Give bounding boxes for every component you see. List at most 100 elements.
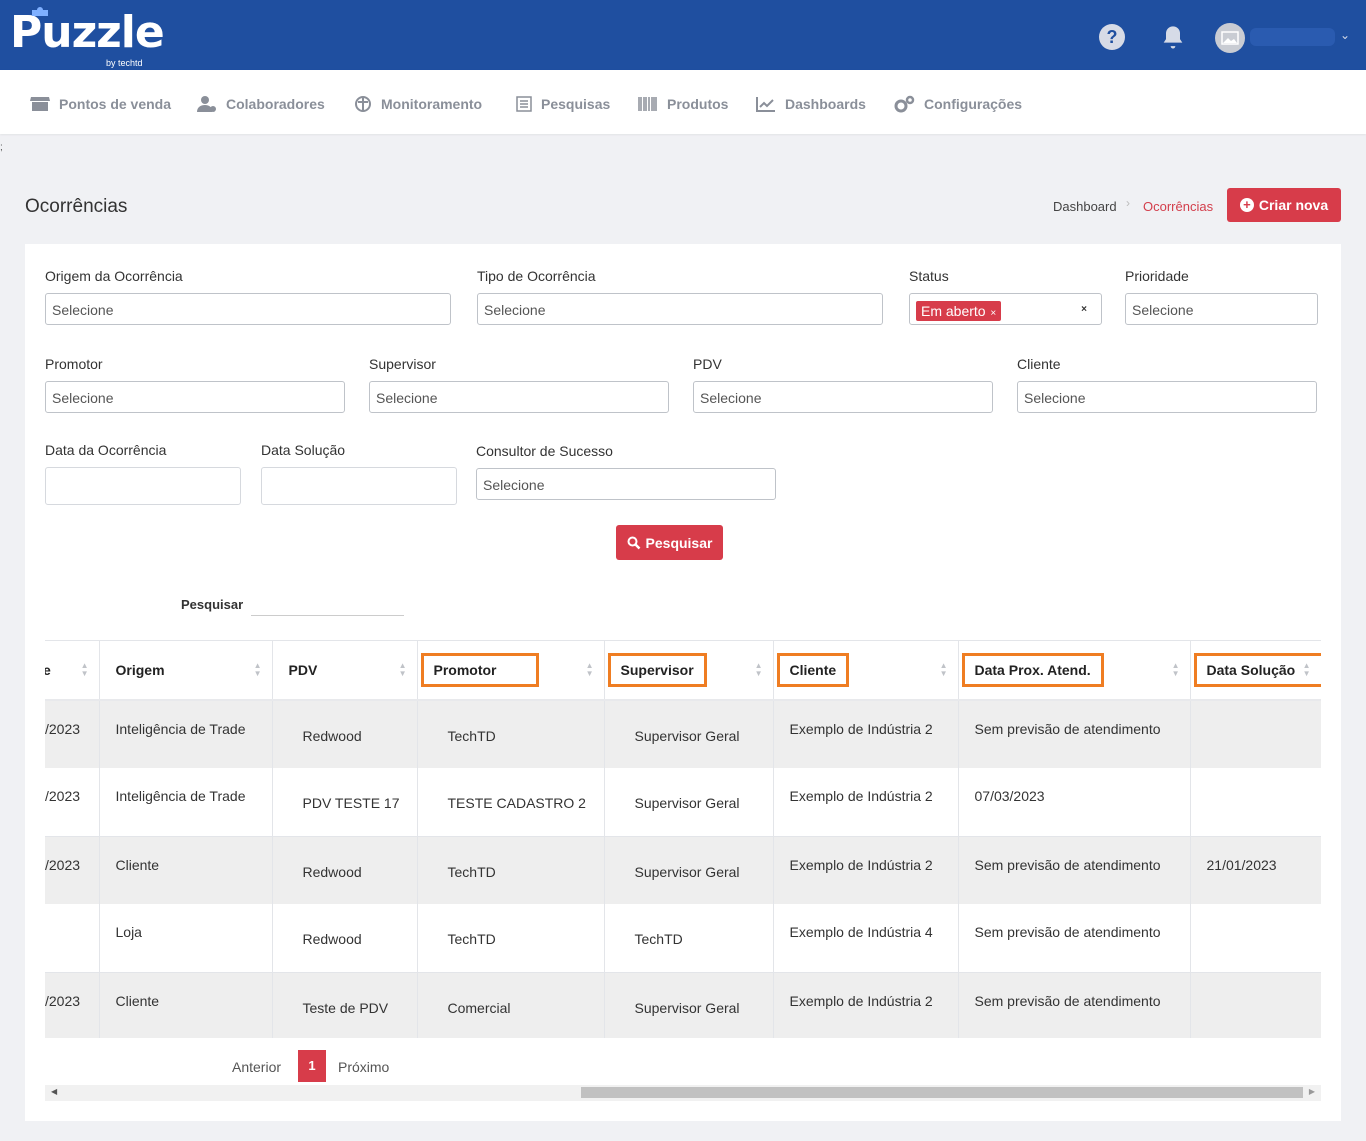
col-header-label: Promotor — [420, 653, 539, 687]
filter-origem-label: Origem da Ocorrência — [45, 268, 183, 284]
breadcrumb-dashboard[interactable]: Dashboard — [1053, 199, 1117, 214]
sort-icon[interactable]: ▲ ▼ — [81, 662, 89, 678]
plus-circle-icon: + — [1239, 198, 1254, 212]
filter-promotor-label: Promotor — [45, 356, 103, 372]
cell-pdv: PDV TESTE 17 — [272, 768, 418, 837]
filter-consultor-label: Consultor de Sucesso — [476, 443, 613, 459]
pagination-previous[interactable]: Anterior — [232, 1059, 281, 1075]
table-row[interactable]: /2023 Inteligência de Trade Redwood Tech… — [45, 700, 1321, 768]
filter-data-ocorrencia-label: Data da Ocorrência — [45, 442, 167, 458]
status-chip[interactable]: Em aberto × — [916, 301, 1002, 321]
help-icon[interactable]: ? — [1099, 24, 1125, 50]
col-header-data-prox-atend[interactable]: Data Prox. Atend. ▲ ▼ — [958, 640, 1191, 701]
status-chip-label: Em aberto — [921, 303, 986, 319]
cell-supervisor: TechTD — [604, 904, 774, 973]
col-header-label: e — [45, 662, 51, 678]
nav-monitoramento[interactable]: Monitoramento — [354, 94, 482, 114]
sort-icon[interactable]: ▲ ▼ — [586, 662, 594, 678]
nav-pontos-de-venda[interactable]: Pontos de venda — [30, 94, 171, 114]
cell-supervisor: Supervisor Geral — [604, 768, 774, 837]
col-header-label: PDV — [288, 662, 318, 678]
filter-supervisor-select[interactable]: Selecione — [369, 381, 669, 413]
cell-data-solucao — [1190, 904, 1321, 973]
table-search-input[interactable] — [251, 592, 404, 616]
filter-supervisor-label: Supervisor — [369, 356, 436, 372]
cell-data-prox: Sem previsão de atendimento — [958, 904, 1191, 973]
search-button-label: Pesquisar — [645, 534, 713, 551]
cell-cliente: Exemplo de Indústria 4 — [773, 904, 959, 973]
filter-data-solucao-label: Data Solução — [261, 442, 346, 458]
pagination-next[interactable]: Próximo — [338, 1059, 389, 1075]
filter-cliente-select[interactable]: Selecione — [1017, 381, 1317, 413]
col-header-data-solucao[interactable]: Data Solução ▲ ▼ — [1190, 640, 1321, 701]
sort-icon[interactable]: ▲ ▼ — [254, 662, 262, 678]
filter-data-solucao-input[interactable] — [261, 467, 457, 505]
chip-remove-icon[interactable]: × — [988, 308, 996, 319]
nav-label: Pontos de venda — [59, 96, 172, 112]
barcode-icon — [638, 97, 657, 111]
nav-label: Produtos — [667, 96, 729, 112]
filter-pdv-select[interactable]: Selecione — [693, 381, 993, 413]
nav-configuracoes[interactable]: Configurações — [894, 94, 1022, 114]
filter-origem-select[interactable]: Selecione — [45, 293, 451, 325]
bell-icon[interactable] — [1159, 24, 1187, 52]
scrollbar-thumb[interactable] — [581, 1087, 1303, 1098]
nav-produtos[interactable]: Produtos — [638, 94, 728, 114]
puzzle-logo[interactable]: Puzzle by techtd — [10, 6, 165, 68]
cell-supervisor: Supervisor Geral — [604, 836, 774, 904]
table-row[interactable]: /2023 Cliente Teste de PDV Comercial Sup… — [45, 972, 1321, 1038]
sort-icon[interactable]: ▲ ▼ — [1303, 662, 1311, 678]
col-header-label: Origem — [115, 662, 165, 678]
breadcrumb-current: Ocorrências — [1143, 199, 1214, 214]
cell-data: /2023 — [45, 836, 100, 904]
scroll-right-icon[interactable]: ▶ — [1309, 1087, 1315, 1096]
cell-origem: Cliente — [99, 972, 273, 1038]
col-header-promotor[interactable]: Promotor ▲ ▼ — [417, 640, 605, 701]
occurrences-table-wrapper[interactable]: e ▲ ▼ Origem ▲ ▼ PDV ▲ ▼ Promotor ▲ ▼ Supervisor… — [45, 640, 1321, 1038]
filter-consultor-select[interactable]: Selecione — [476, 468, 776, 500]
nav-colaboradores[interactable]: Colaboradores — [197, 94, 325, 114]
users-gear-icon — [197, 96, 216, 112]
filter-data-ocorrencia-input[interactable] — [45, 467, 241, 505]
avatar[interactable] — [1215, 23, 1245, 53]
cell-cliente: Exemplo de Indústria 2 — [773, 700, 959, 768]
pagination-page-current[interactable]: 1 — [298, 1050, 326, 1082]
cell-pdv: Redwood — [272, 836, 418, 904]
cell-data-prox: Sem previsão de atendimento — [958, 700, 1191, 768]
table-row[interactable]: Loja Redwood TechTD TechTD Exemplo de In… — [45, 904, 1321, 973]
cell-data: /2023 — [45, 700, 100, 768]
sort-icon[interactable]: ▲ ▼ — [1172, 662, 1180, 678]
sort-icon[interactable]: ▲ ▼ — [940, 662, 948, 678]
filter-prioridade-select[interactable]: Selecione — [1125, 293, 1318, 325]
stray-character: ; — [0, 142, 3, 153]
filter-status-select[interactable]: Em aberto × × — [909, 293, 1102, 325]
col-header-origem[interactable]: Origem ▲ ▼ — [99, 640, 273, 701]
cell-origem: Loja — [99, 904, 273, 973]
col-header-label: Data Prox. Atend. — [961, 653, 1104, 687]
create-new-button[interactable]: + Criar nova — [1227, 188, 1341, 222]
table-row[interactable]: /2023 Cliente Redwood TechTD Supervisor … — [45, 836, 1321, 904]
col-header-cliente[interactable]: Cliente ▲ ▼ — [773, 640, 959, 701]
cell-data-prox: Sem previsão de atendimento — [958, 972, 1191, 1038]
filter-promotor-select[interactable]: Selecione — [45, 381, 345, 413]
user-name[interactable] — [1250, 28, 1335, 46]
nav-label: Colaboradores — [226, 96, 325, 112]
col-header-label: Supervisor — [607, 653, 707, 687]
table-search-label: Pesquisar — [181, 597, 244, 612]
col-header-data[interactable]: e ▲ ▼ — [45, 640, 100, 701]
col-header-supervisor[interactable]: Supervisor ▲ ▼ — [604, 640, 774, 701]
cell-promotor: TechTD — [417, 700, 605, 768]
search-button[interactable]: Pesquisar — [616, 525, 723, 560]
clear-icon[interactable]: × — [1081, 304, 1087, 315]
col-header-pdv[interactable]: PDV ▲ ▼ — [272, 640, 418, 701]
chevron-down-icon[interactable]: ⌄ — [1340, 28, 1350, 42]
table-row[interactable]: /2023 Inteligência de Trade PDV TESTE 17… — [45, 768, 1321, 837]
sort-icon[interactable]: ▲ ▼ — [399, 662, 407, 678]
scroll-left-icon[interactable]: ◀ — [51, 1087, 57, 1096]
filter-tipo-select[interactable]: Selecione — [477, 293, 883, 325]
sort-icon[interactable]: ▲ ▼ — [755, 662, 763, 678]
nav-pesquisas[interactable]: Pesquisas — [516, 94, 610, 114]
nav-dashboards[interactable]: Dashboards — [756, 94, 866, 114]
puzzle-piece-icon — [32, 7, 48, 16]
horizontal-scrollbar[interactable]: ◀ ▶ — [45, 1085, 1321, 1101]
